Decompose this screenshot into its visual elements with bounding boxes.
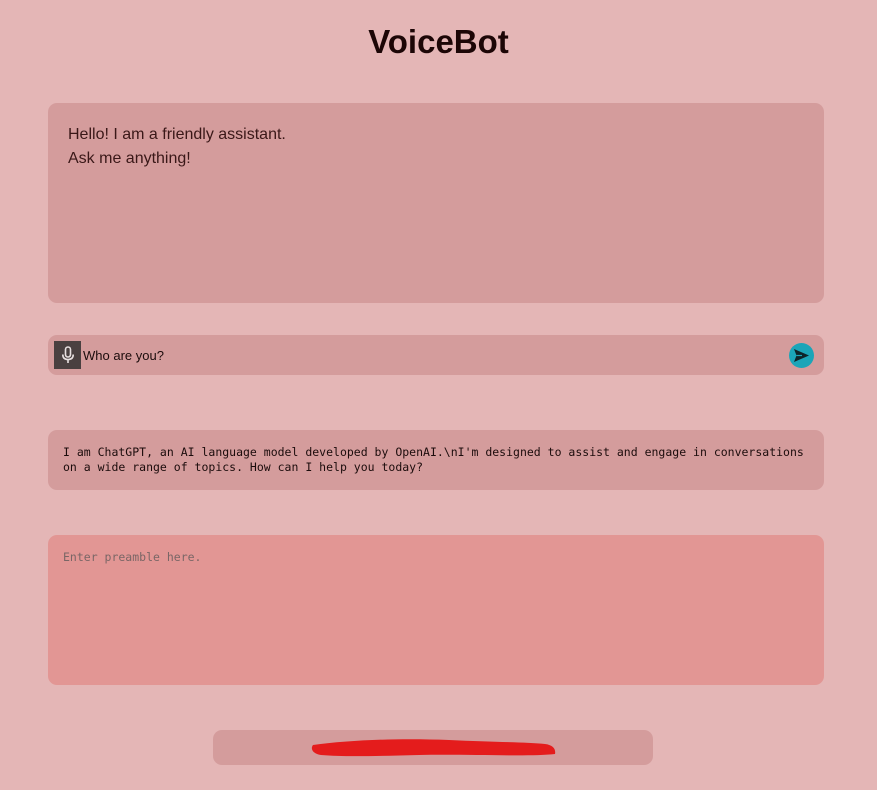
mic-button[interactable] bbox=[54, 341, 81, 369]
bottom-field[interactable] bbox=[213, 730, 653, 765]
preamble-input[interactable] bbox=[48, 535, 824, 685]
microphone-icon bbox=[61, 346, 74, 363]
page-title: VoiceBot bbox=[368, 23, 509, 60]
greeting-panel: Hello! I am a friendly assistant. Ask me… bbox=[48, 103, 824, 303]
send-icon bbox=[794, 349, 809, 362]
greeting-line-2: Ask me anything! bbox=[68, 150, 191, 167]
redaction-scribble bbox=[311, 739, 556, 757]
send-button[interactable] bbox=[789, 343, 814, 368]
response-panel: I am ChatGPT, an AI language model devel… bbox=[48, 430, 824, 490]
greeting-line-1: Hello! I am a friendly assistant. bbox=[68, 126, 286, 143]
query-bar bbox=[48, 335, 824, 375]
query-input[interactable] bbox=[83, 343, 783, 367]
